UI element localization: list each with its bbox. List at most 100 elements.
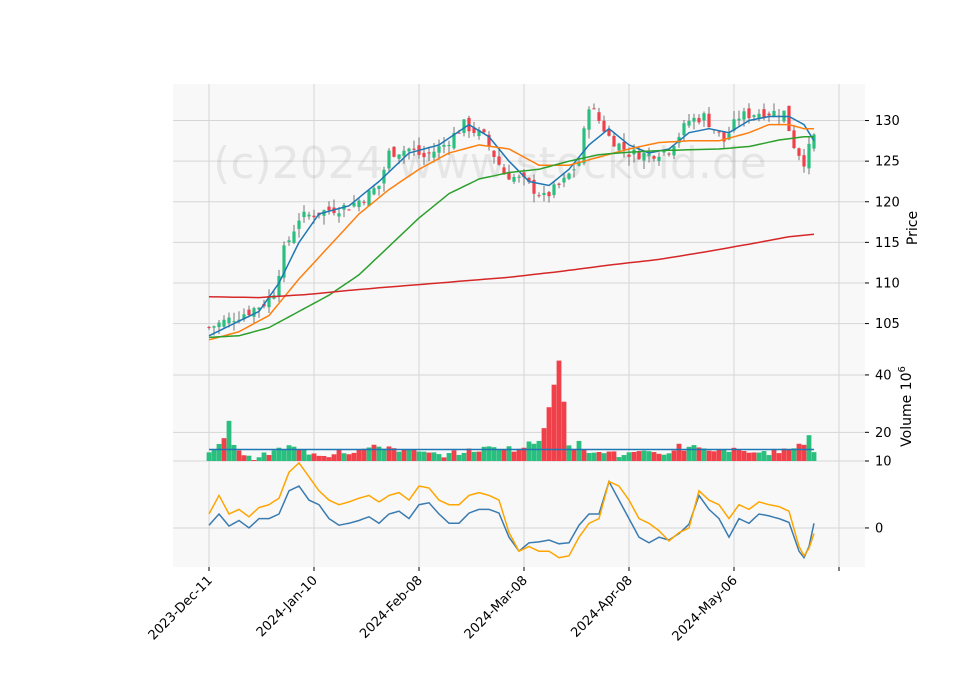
volume-bar xyxy=(656,453,662,461)
candle-body xyxy=(372,188,376,195)
candle-body xyxy=(462,119,466,133)
price-panel xyxy=(173,84,865,352)
volume-bar xyxy=(616,457,622,461)
volume-bar xyxy=(486,446,492,461)
volume-bar xyxy=(801,444,807,461)
volume-bar xyxy=(296,448,302,461)
volume-bar xyxy=(411,449,417,461)
x-tick-label: 2024-Feb-08 xyxy=(357,573,426,642)
volume-bar xyxy=(256,457,262,461)
volume-bar xyxy=(781,448,787,461)
volume-bar xyxy=(811,452,817,461)
volume-bar xyxy=(511,451,517,461)
volume-bar xyxy=(691,445,697,461)
candle-body xyxy=(767,113,771,116)
candle-body xyxy=(407,148,411,152)
volume-bar xyxy=(536,440,542,461)
volume-bar xyxy=(601,453,607,461)
volume-bar xyxy=(456,454,462,461)
candle-body xyxy=(497,156,501,165)
volume-bar xyxy=(231,444,237,461)
volume-bar xyxy=(646,451,652,461)
candle-body xyxy=(337,213,341,217)
candle-body xyxy=(697,117,701,123)
candle-body xyxy=(312,215,316,218)
candle-body xyxy=(327,206,331,211)
candle-body xyxy=(222,319,226,327)
volume-bar xyxy=(571,448,577,461)
candle-body xyxy=(622,141,626,150)
volume-bar xyxy=(566,445,572,461)
volume-bar xyxy=(461,452,467,461)
candle-body xyxy=(687,120,691,126)
candle-body xyxy=(482,129,486,133)
volume-bar xyxy=(591,452,597,461)
candle-body xyxy=(542,192,546,196)
volume-bar xyxy=(586,452,592,461)
price-y-tick-label: 130 xyxy=(875,114,900,129)
volume-bar xyxy=(626,452,632,461)
candle-body xyxy=(397,154,401,159)
volume-bar xyxy=(771,448,777,461)
volume-bar xyxy=(286,445,292,461)
volume-bar xyxy=(766,455,772,461)
candle-body xyxy=(792,130,796,149)
volume-bar xyxy=(726,451,732,461)
volume-bar xyxy=(266,455,272,461)
candle-body xyxy=(637,151,641,160)
volume-bar xyxy=(611,451,617,461)
candle-body xyxy=(277,275,281,297)
volume-bar xyxy=(676,443,682,461)
volume-bar xyxy=(361,448,367,461)
volume-bar xyxy=(381,448,387,461)
volume-bar xyxy=(281,449,287,461)
candle-body xyxy=(557,183,561,185)
volume-bar xyxy=(621,455,627,461)
volume-bar xyxy=(471,451,477,461)
candle-body xyxy=(412,148,416,150)
candle-body xyxy=(287,240,291,243)
volume-bar xyxy=(506,446,512,461)
candle-body xyxy=(357,200,361,208)
candle-body xyxy=(667,153,671,155)
candle-body xyxy=(297,220,301,229)
candle-body xyxy=(207,327,211,329)
volume-bar xyxy=(701,448,707,461)
volume-bar xyxy=(251,460,257,461)
volume-bar xyxy=(556,360,562,461)
candle-body xyxy=(797,148,801,156)
candle-body xyxy=(247,309,251,316)
candle-body xyxy=(617,143,621,151)
volume-bar xyxy=(576,440,582,461)
volume-bar xyxy=(501,449,507,461)
candle-body xyxy=(752,115,756,117)
candle-body xyxy=(612,135,616,147)
candle-body xyxy=(562,177,566,183)
volume-bar xyxy=(301,449,307,461)
volume-bar xyxy=(581,449,587,461)
candle-body xyxy=(367,190,371,207)
volume-bar xyxy=(321,455,327,461)
x-tick-label: 2024-May-06 xyxy=(670,573,741,644)
volume-bar xyxy=(711,451,717,461)
volume-bar xyxy=(336,449,342,461)
candle-body xyxy=(592,108,596,110)
candle-body xyxy=(772,110,776,117)
volume-bar xyxy=(526,441,532,461)
candle-body xyxy=(547,192,551,197)
candle-body xyxy=(422,152,426,158)
volume-bar xyxy=(216,443,222,461)
candle-body xyxy=(572,169,576,171)
candle-body xyxy=(512,176,516,182)
volume-bar xyxy=(796,443,802,461)
volume-bar xyxy=(326,457,332,461)
volume-bar xyxy=(736,449,742,461)
volume-bar xyxy=(776,453,782,461)
candle-body xyxy=(802,155,806,167)
volume-bar xyxy=(261,452,267,461)
volume-bar xyxy=(226,420,232,461)
volume-bar xyxy=(356,449,362,461)
candle-body xyxy=(362,201,366,203)
volume-bar xyxy=(451,450,457,461)
volume-bar xyxy=(761,451,767,461)
